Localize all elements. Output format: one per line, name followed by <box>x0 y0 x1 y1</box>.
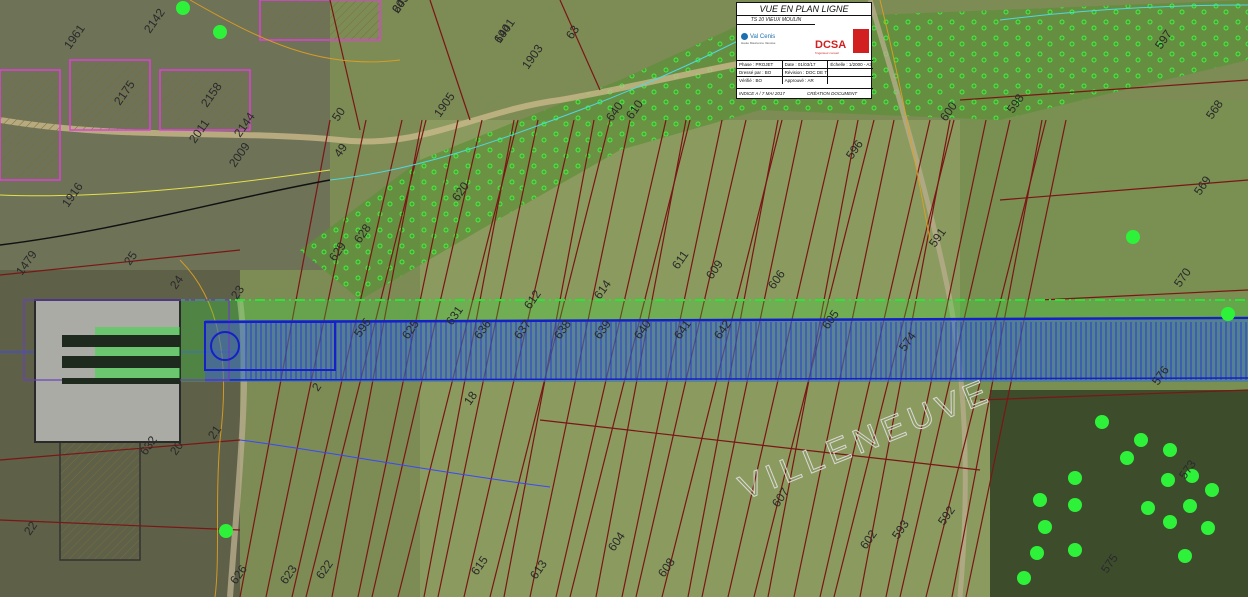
tree-marker <box>1095 415 1109 429</box>
tree-marker <box>1038 520 1052 534</box>
tree-marker <box>1068 471 1082 485</box>
dcsa-mark-icon <box>853 29 869 53</box>
tree-marker <box>1161 473 1175 487</box>
title-block-logos: Val Cenis Haute Maurienne Vanoise DCSA l… <box>737 27 873 59</box>
tree-marker <box>176 1 190 15</box>
tree-marker <box>1163 515 1177 529</box>
tree-marker <box>213 25 227 39</box>
tree-marker <box>1120 451 1134 465</box>
tree-marker <box>1068 543 1082 557</box>
title-block-row: Vérifié : BO Approuvé : AR <box>737 76 873 84</box>
title-block-footer: INDICE A / 7 MAI 2017 CRÉATION DOCUMENT <box>737 88 873 98</box>
dcsa-logo: DCSA l'ingénieur conseil <box>815 27 871 57</box>
tree-marker <box>1205 483 1219 497</box>
tree-marker <box>1017 571 1031 585</box>
title-block-row: Phase : PROJET Date : 01/03/17 Échelle :… <box>737 60 873 68</box>
map-canvas[interactable]: VILLENEUVE 20991901 632142196121752011215… <box>0 0 1248 597</box>
title-block: VUE EN PLAN LIGNE TS 10 VIEUX MOULIN Val… <box>736 2 873 99</box>
tree-marker <box>1183 499 1197 513</box>
title-block-title: VUE EN PLAN LIGNE <box>737 3 871 16</box>
tree-marker <box>1178 549 1192 563</box>
tree-marker <box>1126 230 1140 244</box>
title-block-row: Dressé par : BO Révision : DOC DE TRAVAI… <box>737 68 873 76</box>
lift-line-hatching <box>245 322 1248 380</box>
tree-marker <box>219 524 233 538</box>
tree-marker <box>1221 307 1235 321</box>
tree-marker <box>1134 433 1148 447</box>
val-cenis-logo: Val Cenis Haute Maurienne Vanoise <box>741 33 776 46</box>
tree-marker <box>1033 493 1047 507</box>
tree-marker <box>1201 521 1215 535</box>
title-block-grid: Phase : PROJET Date : 01/03/17 Échelle :… <box>737 60 873 84</box>
tree-marker <box>1141 501 1155 515</box>
tree-marker <box>1163 443 1177 457</box>
tree-marker <box>1068 498 1082 512</box>
tree-marker <box>1030 546 1044 560</box>
title-block-subtitle: TS 10 VIEUX MOULIN <box>737 16 815 25</box>
val-cenis-icon <box>741 33 748 40</box>
